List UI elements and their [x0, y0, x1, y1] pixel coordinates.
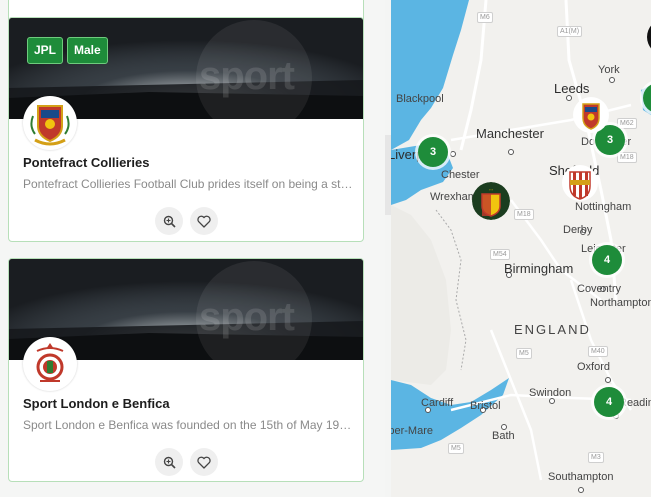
map-label-oxford: Oxford	[577, 361, 611, 373]
map-club-marker[interactable]	[572, 96, 610, 134]
page: sport JPL Male Pontefract Collieries Pon…	[0, 0, 651, 497]
road-shield: M18	[617, 152, 637, 163]
card-actions	[155, 448, 218, 476]
road-shield: M40	[588, 346, 608, 357]
map-label-manchester: Manchester	[476, 126, 544, 141]
club-card[interactable]: sport Sport London e Benfica Sport Londo…	[8, 258, 364, 482]
heart-icon	[197, 215, 211, 228]
road-shield: M3	[588, 452, 604, 463]
zoom-to-button[interactable]	[155, 207, 183, 235]
favorite-button[interactable]	[190, 448, 218, 476]
map-view[interactable]: Blackpool Leeds York Manchester Liverpoo…	[391, 0, 651, 497]
map-label-northampton: Northampton	[590, 297, 651, 309]
map-label-blackpool: Blackpool	[396, 93, 444, 105]
map-label-cardiff: Cardiff	[421, 397, 454, 409]
map-label-wrexham: Wrexham	[430, 191, 477, 203]
gender-badge: Male	[67, 37, 108, 64]
road-shield: M54	[490, 249, 510, 260]
map-label-birmingham: Birmingham	[504, 261, 574, 276]
road-shield: M5	[516, 348, 532, 359]
map-cluster-marker[interactable]: 3	[418, 137, 448, 167]
club-title[interactable]: Sport London e Benfica	[23, 396, 170, 411]
map-label-york: York	[598, 64, 620, 76]
banner-watermark: sport	[199, 295, 295, 339]
map-label-southampton: Southampton	[548, 471, 614, 483]
club-logo	[23, 96, 77, 150]
map-club-marker[interactable]: ◦◦◦	[472, 182, 510, 220]
heart-icon	[197, 456, 211, 469]
map-club-marker[interactable]	[561, 164, 599, 202]
map-label-leeds: Leeds	[554, 81, 590, 96]
map-label-chester: Chester	[441, 169, 480, 181]
road-shield: M6	[477, 12, 493, 23]
badge-group: JPL Male	[27, 37, 108, 64]
road-shield: M18	[514, 209, 534, 220]
map-label-bath: Bath	[492, 430, 515, 442]
club-list[interactable]: sport JPL Male Pontefract Collieries Pon…	[0, 0, 385, 497]
banner-watermark: sport	[199, 54, 295, 98]
map-label-coventry: Coventry	[577, 283, 622, 295]
club-logo	[23, 337, 77, 391]
map-label-region: ENGLAND	[514, 322, 591, 337]
map-cluster-marker[interactable]: 4	[594, 387, 624, 417]
road-shield: M62	[617, 118, 637, 129]
road-shield: M5	[448, 443, 464, 454]
road-shield: A1(M)	[557, 26, 583, 37]
club-title[interactable]: Pontefract Collieries	[23, 155, 149, 170]
map-label-weston: Weston-super-Mare	[391, 425, 433, 437]
zoom-in-icon	[163, 456, 176, 469]
zoom-in-icon	[163, 215, 176, 228]
club-description: Pontefract Collieries Football Club prid…	[23, 177, 353, 191]
club-description: Sport London e Benfica was founded on th…	[23, 418, 353, 432]
favorite-button[interactable]	[190, 207, 218, 235]
club-card[interactable]: sport JPL Male Pontefract Collieries Pon…	[8, 17, 364, 242]
zoom-to-button[interactable]	[155, 448, 183, 476]
map-club-marker-partial[interactable]	[646, 18, 651, 56]
card-actions	[155, 207, 218, 235]
map-label-derby: Derby	[563, 224, 593, 236]
map-label-nottingham: Nottingham	[575, 201, 632, 213]
map-cluster-marker[interactable]: 4	[592, 245, 622, 275]
map-label-swindon: Swindon	[529, 387, 572, 399]
league-badge: JPL	[27, 37, 64, 64]
map-label-bristol: Bristol	[470, 400, 501, 412]
svg-text:◦◦◦: ◦◦◦	[489, 187, 494, 192]
